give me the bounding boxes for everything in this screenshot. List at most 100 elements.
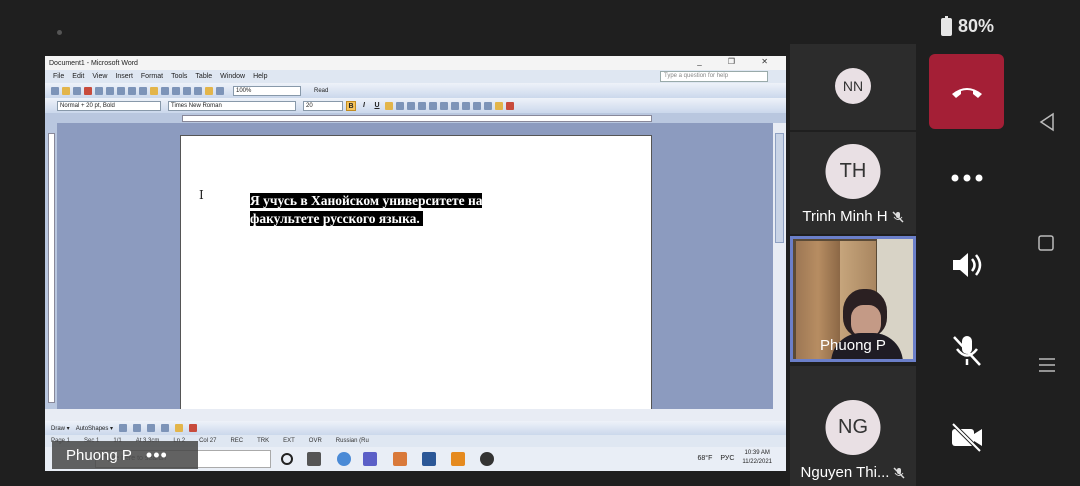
border-icon[interactable] [484, 101, 492, 110]
ruler-track [182, 115, 652, 122]
back-nav-icon[interactable] [1038, 112, 1056, 132]
word-icon[interactable] [422, 452, 436, 466]
autoshapes-menu[interactable]: AutoShapes ▾ [76, 425, 113, 432]
menu-help[interactable]: Help [253, 73, 267, 80]
arrow-icon[interactable] [133, 424, 142, 432]
app-icon[interactable] [451, 452, 465, 466]
presenter-more-button[interactable]: ••• [146, 446, 168, 464]
mic-off-icon [952, 335, 981, 366]
drawing-icon[interactable] [205, 86, 213, 95]
rectangle-icon[interactable] [147, 424, 156, 432]
participant-name: Phuong P [820, 337, 886, 354]
status-col: Col 27 [199, 438, 217, 444]
cortana-icon[interactable] [281, 453, 293, 465]
permission-icon[interactable] [84, 86, 92, 95]
status-rec: REC [230, 438, 244, 444]
copy-icon[interactable] [139, 86, 147, 95]
document-area[interactable]: I Я учусь в Ханойском университете на фа… [57, 123, 773, 425]
menu-table[interactable]: Table [195, 73, 212, 80]
teams-icon[interactable] [363, 452, 377, 466]
document-page[interactable]: I Я учусь в Ханойском университете на фа… [180, 135, 652, 425]
decrease-indent-icon[interactable] [462, 101, 470, 110]
speaker-button[interactable] [929, 227, 1004, 302]
bullets-icon[interactable] [451, 101, 459, 110]
horizontal-scrollbar[interactable] [45, 409, 786, 421]
mic-muted-icon [892, 210, 904, 223]
menu-insert[interactable]: Insert [115, 73, 133, 80]
open-icon[interactable] [62, 86, 70, 95]
menu-file[interactable]: File [53, 73, 64, 80]
mute-button[interactable] [929, 313, 1004, 388]
italic-button[interactable]: I [359, 101, 369, 111]
new-icon[interactable] [51, 86, 59, 95]
participant-name-row: Nguyen Thi... [790, 464, 916, 481]
input-language[interactable]: РУС [720, 455, 734, 462]
status-ext: EXT [283, 438, 295, 444]
participant-tile[interactable]: TH Trinh Minh H [790, 132, 916, 234]
menu-format[interactable]: Format [141, 73, 163, 80]
justify-icon[interactable] [418, 101, 426, 110]
weather-temp[interactable]: 68°F [698, 455, 713, 462]
end-call-button[interactable] [929, 54, 1004, 129]
draw-menu[interactable]: Draw ▾ [51, 425, 70, 432]
read-button[interactable]: Read [314, 88, 328, 94]
system-tray: 68°F РУС 10:39 AM 11/22/2021 [698, 449, 773, 467]
underline-button[interactable]: U [372, 101, 382, 111]
print-icon[interactable] [95, 86, 103, 95]
participant-tile[interactable]: NN [790, 44, 916, 130]
participant-video-tile[interactable]: Phuong P [790, 236, 916, 362]
bold-button[interactable]: B [346, 100, 356, 111]
menu-edit[interactable]: Edit [72, 73, 84, 80]
font-color-icon[interactable] [506, 101, 514, 110]
clock-time: 10:39 AM [744, 450, 770, 456]
increase-indent-icon[interactable] [473, 101, 481, 110]
vertical-ruler [45, 123, 57, 409]
redo-icon[interactable] [172, 86, 180, 95]
show-hide-icon[interactable] [216, 86, 224, 95]
menu-tools[interactable]: Tools [171, 73, 187, 80]
hyperlink-icon[interactable] [183, 86, 191, 95]
participant-tile[interactable]: NG Nguyen Thi... [790, 366, 916, 486]
help-search-input[interactable]: Type a question for help [660, 71, 768, 82]
clock[interactable]: 10:39 AM 11/22/2021 [742, 449, 772, 467]
task-view-icon[interactable] [307, 452, 321, 466]
undo-icon[interactable] [161, 86, 169, 95]
highlight-icon[interactable] [495, 101, 503, 110]
line-spacing-icon[interactable] [429, 101, 437, 110]
browser-icon[interactable] [337, 452, 351, 466]
battery-icon [940, 15, 952, 36]
align-right-icon[interactable] [407, 101, 415, 110]
spelling-icon[interactable] [117, 86, 125, 95]
font-size-select[interactable]: 20 [303, 100, 343, 111]
menu-view[interactable]: View [92, 73, 107, 80]
scroll-thumb[interactable] [775, 133, 784, 243]
recents-nav-icon[interactable] [1038, 357, 1056, 373]
avatar: NG [825, 400, 881, 455]
style-select[interactable]: Normal + 20 pt, Bold [57, 100, 161, 111]
shared-screen[interactable]: Document1 - Microsoft Word _ ❐ ✕ File Ed… [45, 56, 786, 471]
cut-icon[interactable] [128, 86, 136, 95]
table-icon[interactable] [194, 86, 202, 95]
align-left-icon[interactable] [385, 101, 393, 110]
media-icon[interactable] [480, 452, 494, 466]
save-icon[interactable] [73, 86, 81, 95]
numbering-icon[interactable] [440, 101, 448, 110]
camera-button[interactable] [929, 399, 1004, 474]
files-icon[interactable] [393, 452, 407, 466]
align-center-icon[interactable] [396, 101, 404, 110]
selected-text[interactable]: Я учусь в Ханойском университете на факу… [250, 192, 525, 228]
zoom-select[interactable]: 100% [233, 85, 301, 96]
paste-icon[interactable] [150, 86, 158, 95]
home-nav-icon[interactable] [1038, 235, 1054, 251]
presenter-label[interactable]: Phuong P ••• [52, 441, 198, 469]
line-icon[interactable] [119, 424, 128, 432]
preview-icon[interactable] [106, 86, 114, 95]
fill-color-icon[interactable] [175, 424, 184, 432]
more-options-button[interactable] [929, 140, 1004, 215]
menu-window[interactable]: Window [220, 73, 245, 80]
vertical-scrollbar[interactable] [773, 123, 786, 409]
font-select[interactable]: Times New Roman [168, 100, 296, 111]
oval-icon[interactable] [161, 424, 170, 432]
line-color-icon[interactable] [189, 424, 198, 432]
camera-off-icon [951, 422, 982, 452]
